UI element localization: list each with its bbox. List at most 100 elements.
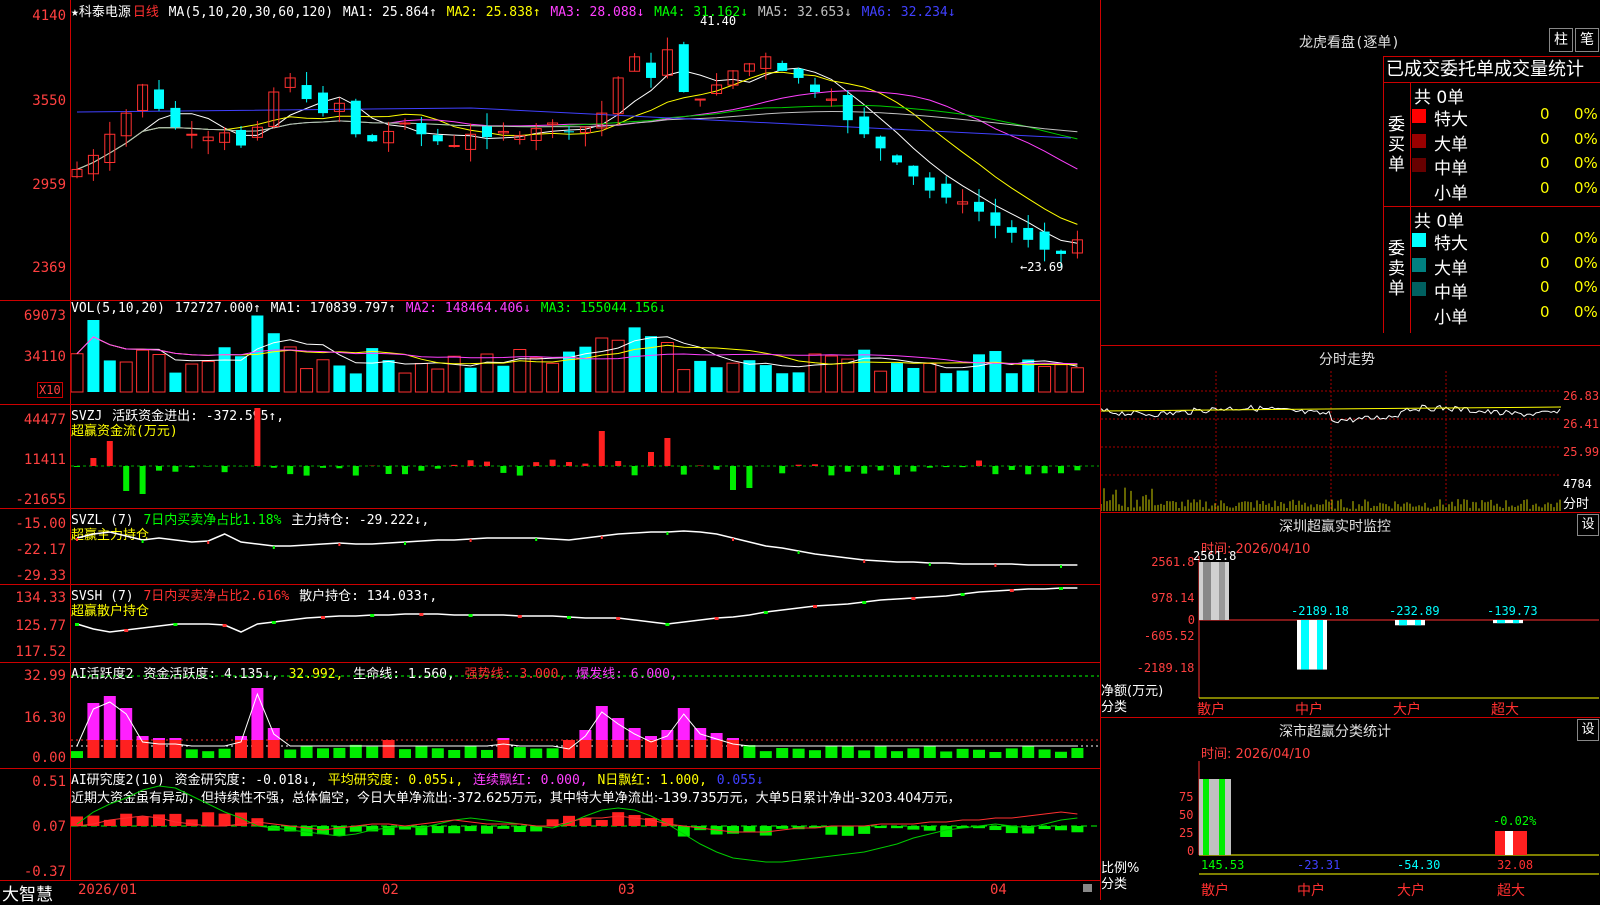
vol-bar: [711, 367, 723, 392]
longhu-panel[interactable]: 龙虎看盘(逐单) 柱 笔 已成交委托单成交量统计 委买单 共 0单 特大00%大…: [1100, 0, 1600, 346]
fenshi-chart[interactable]: [1101, 371, 1561, 511]
kline-chart[interactable]: [71, 0, 1099, 300]
activity-bar: [1055, 752, 1067, 758]
svzl-ytick: -29.33: [15, 568, 66, 584]
svzl-panel[interactable]: -15.00 -22.17 -29.33 SVZL (7) 7日内买卖净占比1.…: [0, 508, 1100, 585]
research-bar: [153, 814, 165, 826]
fenshi-panel[interactable]: 分时走势 26.83 26.41 25.99 4784 分时: [1100, 345, 1600, 513]
candle-body: [433, 135, 443, 141]
candle-body: [908, 166, 918, 177]
monitor-value: -139.73: [1487, 604, 1538, 618]
vol-bar: [1039, 366, 1051, 392]
order-pct: 0%: [1574, 278, 1598, 296]
classify-panel[interactable]: 深市超赢分类统计 设 时间: 2026/04/10 7550250-0.02%1…: [1100, 717, 1600, 900]
flow-bar: [599, 431, 605, 466]
vol-bar: [366, 348, 378, 392]
svzl-chart[interactable]: [71, 508, 1099, 584]
longhu-title: 龙虎看盘(逐单): [1299, 32, 1400, 52]
activity-bar: [743, 745, 755, 758]
ma1-line: [77, 68, 1077, 243]
buy-section: 委买单 共 0单 特大00%大单00%中单00%小单00%: [1383, 82, 1600, 207]
activity-bar: [629, 740, 641, 758]
activity-bar: [333, 748, 345, 758]
flow-bar: [517, 466, 523, 476]
svzl-ytick: -22.17: [15, 542, 66, 558]
app-logo: 大智慧: [2, 880, 53, 905]
flow-bar: [1058, 466, 1064, 473]
ai2-ytick: 0.51: [32, 774, 66, 790]
vol-panel[interactable]: 69073 34110 X10 VOL(5,10,20) 172727.000↑…: [0, 300, 1100, 405]
x-tick: 04: [990, 882, 1007, 898]
candle-body: [367, 135, 377, 141]
svsh-marker: [223, 624, 227, 627]
monitor-value: 2561.8: [1193, 549, 1236, 563]
sell-section: 委卖单 共 0单 特大00%大单00%中单00%小单00%: [1383, 206, 1600, 333]
ai1-chart[interactable]: [71, 662, 1099, 768]
vol-bar: [497, 366, 509, 392]
monitor-panel[interactable]: 深圳超赢实时监控 设 时间: 2026/04/10 2561.8978.140-…: [1100, 512, 1600, 718]
flow-bar: [845, 466, 851, 472]
flow-bar: [992, 466, 998, 474]
vol-yaxis: 69073 34110 X10: [0, 300, 71, 404]
vol-bar: [481, 354, 493, 392]
vol-bar: [940, 373, 952, 392]
activity-bar: [924, 746, 936, 758]
vol-bar: [1006, 373, 1018, 392]
vol-bar: [301, 369, 313, 392]
svsh-marker: [862, 601, 866, 604]
ai2-chart[interactable]: [71, 768, 1099, 880]
candle-body: [794, 69, 804, 78]
x-tick: 2026/01: [78, 882, 137, 898]
classify-chart[interactable]: 7550250-0.02%145.53-23.31-54.3032.08散户中户…: [1101, 717, 1600, 900]
research-bar: [202, 812, 214, 826]
vol-bar: [825, 356, 837, 392]
activity-bar: [317, 748, 329, 758]
svsh-yaxis: 134.33 125.77 117.52: [0, 584, 71, 662]
vol-bar: [760, 365, 772, 392]
vol-bar: [629, 327, 641, 392]
activity-bar: [842, 746, 854, 758]
order-count: 0: [1540, 154, 1550, 172]
flow-bar: [943, 466, 949, 467]
vol-bar: [120, 362, 132, 392]
ai2-ytick: -0.37: [24, 864, 66, 880]
x-axis: 大智慧 2026/01 02 03 04: [0, 880, 1100, 900]
ai2-panel[interactable]: 0.51 0.07 -0.37 AI研究度2(10) 资金研究度: -0.018…: [0, 768, 1100, 881]
kline-panel[interactable]: 4140 3550 2959 2369 ★科泰电源日线 MA(5,10,20,3…: [0, 0, 1100, 301]
flow-bar: [1074, 466, 1080, 470]
activity-bar: [776, 748, 788, 758]
svzl-marker: [863, 560, 865, 563]
fenshi-ytick: 25.99: [1563, 445, 1599, 459]
research-bar: [776, 826, 788, 829]
research-bar: [514, 826, 526, 832]
tick-mode-button[interactable]: 笔: [1575, 28, 1599, 52]
low-label: ←23.69: [1020, 260, 1063, 274]
order-row: 大单00%: [1410, 254, 1600, 276]
svzj-panel[interactable]: 44477 11411 -21655 SVZJ 活跃资金进出: -372.595…: [0, 404, 1100, 509]
activity-bar: [251, 688, 263, 740]
ai1-panel[interactable]: 32.99 16.30 0.00 AI活跃度2 资金活跃度: 4.135↓, 3…: [0, 662, 1100, 769]
bar-mode-button[interactable]: 柱: [1549, 28, 1573, 52]
vol-bar: [153, 355, 165, 392]
activity-line: [77, 694, 1077, 749]
research-bar: [924, 826, 936, 831]
candle-body: [416, 123, 426, 134]
order-type: 中单: [1434, 154, 1468, 179]
sell-label: 委卖单: [1388, 239, 1406, 299]
activity-bar: [760, 751, 772, 758]
svzl-line: [77, 531, 1077, 565]
vol-chart[interactable]: [71, 300, 1099, 404]
svsh-panel[interactable]: 134.33 125.77 117.52 SVSH (7) 7日内买卖净占比2.…: [0, 584, 1100, 663]
svzj-chart[interactable]: [71, 404, 1099, 508]
vol-bar: [465, 368, 477, 392]
vol-bar: [333, 365, 345, 392]
research-bar: [907, 826, 919, 830]
candle-body: [318, 93, 328, 114]
svsh-chart[interactable]: [71, 584, 1099, 662]
flow-bar: [796, 465, 802, 466]
activity-bar: [579, 740, 591, 758]
monitor-bar-stripe: [1317, 620, 1323, 670]
flow-bar: [632, 466, 638, 475]
kline-ytick: 2959: [32, 177, 66, 193]
monitor-chart[interactable]: 2561.8978.140-605.52-2189.182561.8-2189.…: [1101, 512, 1600, 717]
